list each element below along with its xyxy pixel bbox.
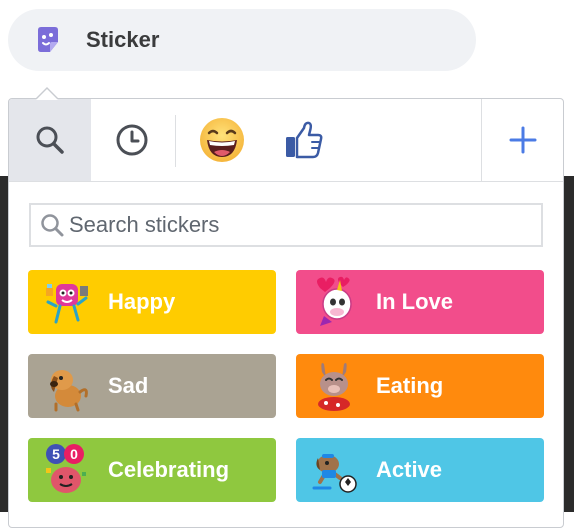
sticker-icon: [38, 27, 58, 52]
svg-text:0: 0: [70, 446, 78, 462]
search-icon: [41, 214, 64, 237]
tab-search[interactable]: [9, 99, 91, 181]
active-dog-sticker-icon: [312, 454, 357, 493]
unicorn-sticker-icon: [317, 276, 352, 326]
sad-dog-sticker-icon: [50, 370, 88, 412]
category-label: Sad: [108, 373, 149, 398]
tab-divider: [175, 115, 176, 167]
tab-recent[interactable]: [91, 99, 173, 181]
search-icon: [36, 126, 64, 154]
category-label: In Love: [376, 289, 454, 314]
category-happy[interactable]: Happy: [28, 270, 276, 334]
category-label: Eating: [376, 373, 444, 398]
sticker-label: Sticker: [86, 27, 160, 52]
category-label: Active: [376, 457, 443, 482]
search-stickers-field[interactable]: [29, 203, 543, 247]
category-label: Celebrating: [108, 457, 230, 482]
plus-icon: [509, 126, 537, 154]
sticker-composer-button[interactable]: Sticker: [8, 9, 476, 71]
category-sad[interactable]: Sad: [28, 354, 276, 418]
category-label: Happy: [108, 289, 176, 314]
tab-add-sticker-pack[interactable]: [481, 99, 564, 181]
svg-text:5: 5: [52, 446, 60, 462]
tab-laughing-face[interactable]: [181, 99, 263, 181]
sticker-tab-bar: [9, 99, 563, 182]
category-in-love[interactable]: In Love: [296, 270, 544, 334]
tab-thumbs-up[interactable]: [263, 99, 345, 181]
clock-icon: [116, 124, 148, 156]
celebrating-sticker-icon: 5 0: [46, 444, 86, 493]
thumbs-up-icon: [286, 121, 323, 159]
search-stickers-input[interactable]: [69, 212, 509, 238]
laughing-face-icon: [200, 118, 244, 162]
eating-bunny-sticker-icon: [318, 363, 350, 411]
category-eating[interactable]: Eating: [296, 354, 544, 418]
happy-sticker-icon: [46, 284, 88, 324]
sticker-picker-popup: Happy In Love Sad: [8, 98, 564, 528]
category-active[interactable]: Active: [296, 438, 544, 502]
category-celebrating[interactable]: 5 0 Celebrating: [28, 438, 276, 502]
